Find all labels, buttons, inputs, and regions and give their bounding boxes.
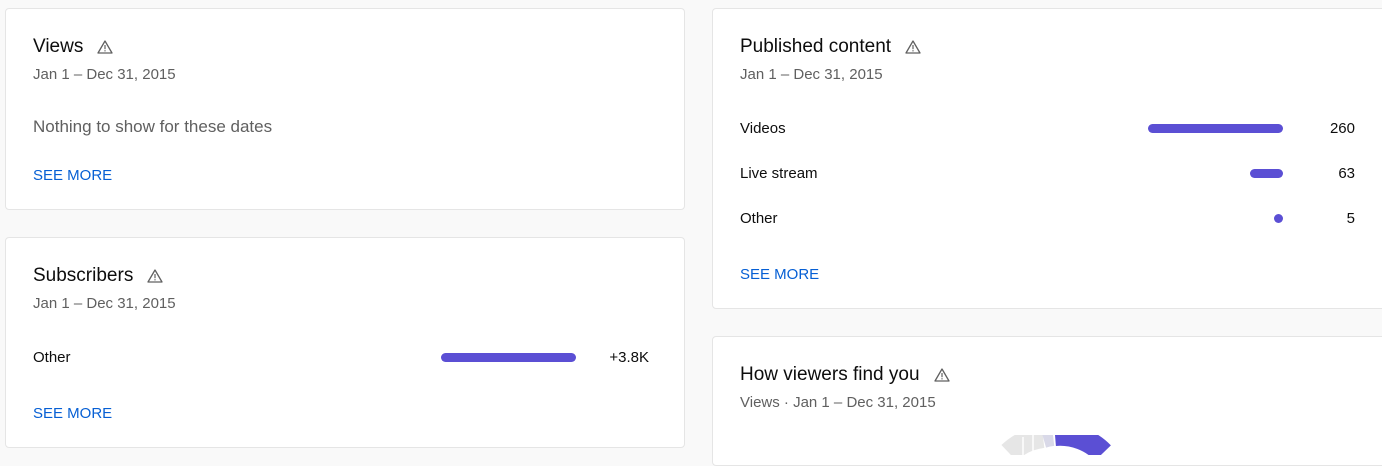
subscribers-see-more-link[interactable]: SEE MORE (33, 405, 112, 422)
how-viewers-find-you-card: How viewers find you Views · Jan 1 – Dec… (712, 336, 1382, 466)
find-subtitle: Views · Jan 1 – Dec 31, 2015 (740, 394, 936, 411)
published-row-bar (1148, 124, 1283, 133)
subscribers-card: Subscribers Jan 1 – Dec 31, 2015 Other +… (5, 237, 685, 448)
published-date-range: Jan 1 – Dec 31, 2015 (740, 66, 883, 83)
subscribers-title-text: Subscribers (33, 265, 134, 286)
published-see-more-link[interactable]: SEE MORE (740, 266, 819, 283)
warning-icon[interactable] (97, 40, 113, 54)
subscribers-row-value: +3.8K (609, 349, 649, 366)
published-row-value: 260 (1329, 120, 1355, 137)
subscribers-row-label: Other (33, 349, 71, 366)
subscribers-date-range: Jan 1 – Dec 31, 2015 (33, 295, 176, 312)
warning-icon[interactable] (905, 40, 921, 54)
subscribers-card-title: Subscribers (33, 265, 163, 287)
warning-icon[interactable] (933, 368, 950, 382)
views-empty-message: Nothing to show for these dates (33, 117, 273, 136)
published-card-title: Published content (740, 36, 921, 58)
subscribers-row-bar (441, 353, 576, 362)
views-date-range: Jan 1 – Dec 31, 2015 (33, 66, 176, 83)
published-row-value: 63 (1338, 165, 1355, 182)
published-title-text: Published content (740, 36, 892, 57)
published-row-label: Other (740, 210, 778, 227)
views-card-title: Views (33, 36, 113, 58)
find-title-text: How viewers find you (740, 364, 920, 385)
warning-icon[interactable] (147, 269, 163, 283)
published-row-value: 5 (1346, 210, 1355, 227)
views-title-text: Views (33, 36, 84, 57)
views-card: Views Jan 1 – Dec 31, 2015 Nothing to sh… (5, 8, 685, 210)
find-card-title: How viewers find you (740, 364, 950, 386)
published-row-label: Live stream (740, 165, 818, 182)
traffic-source-donut (1001, 435, 1111, 455)
published-row-label: Videos (740, 120, 786, 137)
published-content-card: Published content Jan 1 – Dec 31, 2015 V… (712, 8, 1382, 309)
views-see-more-link[interactable]: SEE MORE (33, 167, 112, 184)
